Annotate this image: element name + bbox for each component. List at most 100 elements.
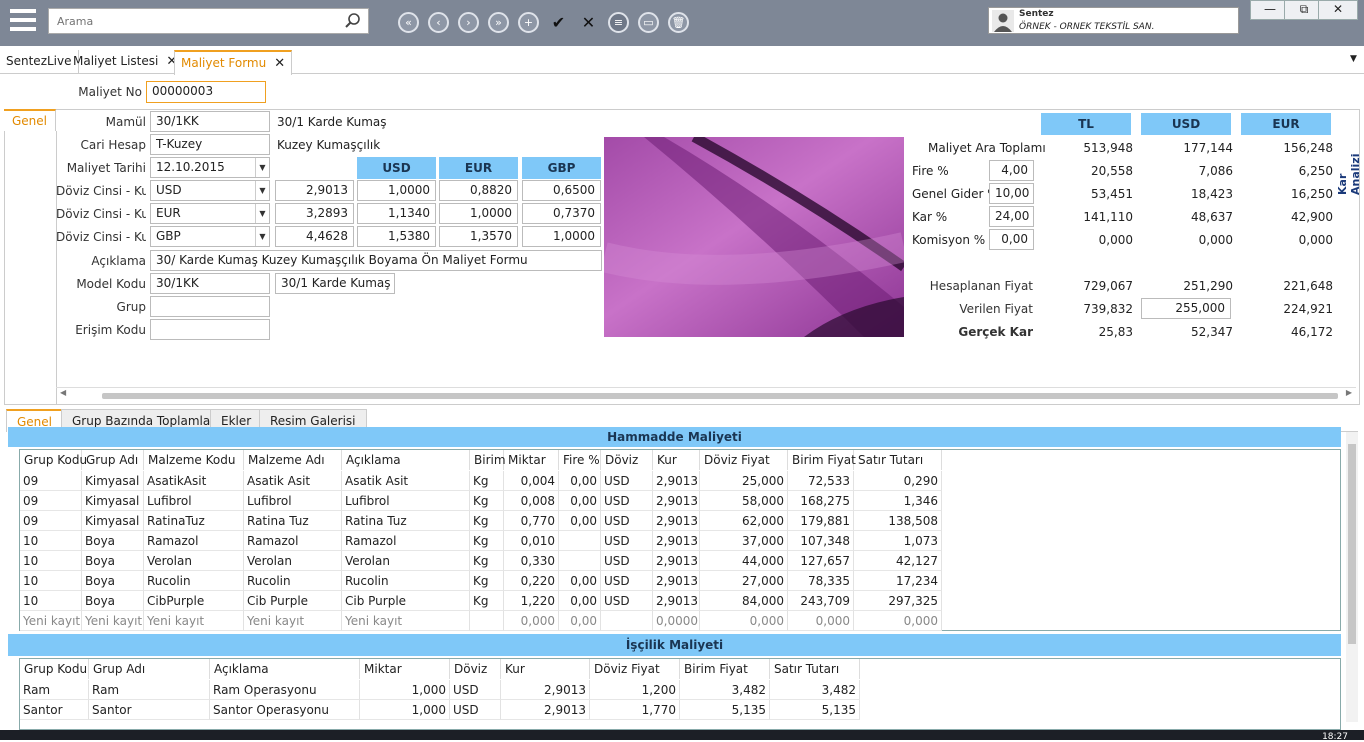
column-header[interactable]: Malzeme Adı: [244, 450, 342, 470]
new-row-cell[interactable]: 0,000: [788, 611, 854, 631]
table-cell[interactable]: Lufibrol: [244, 491, 342, 511]
table-cell[interactable]: 1,346: [854, 491, 942, 511]
maliyet-tarihi-field[interactable]: 12.10.2015 ▼: [150, 157, 270, 178]
last-record-icon[interactable]: »: [488, 12, 509, 33]
table-cell[interactable]: 62,000: [700, 511, 788, 531]
table-cell[interactable]: Ratina Tuz: [244, 511, 342, 531]
table-cell[interactable]: 5,135: [770, 700, 860, 720]
table-cell[interactable]: 0,010: [504, 531, 559, 551]
table-cell[interactable]: 0,008: [504, 491, 559, 511]
table-cell[interactable]: 0,00: [559, 491, 601, 511]
keyboard-icon[interactable]: ▭: [638, 12, 659, 33]
table-cell[interactable]: 1,200: [590, 680, 680, 700]
next-record-icon[interactable]: ›: [458, 12, 479, 33]
model-name-field[interactable]: 30/1 Karde Kumaş: [275, 273, 395, 294]
model-kodu-field[interactable]: 30/1KK: [150, 273, 270, 294]
table-cell[interactable]: 138,508: [854, 511, 942, 531]
table-cell[interactable]: 127,657: [788, 551, 854, 571]
table-cell[interactable]: 0,220: [504, 571, 559, 591]
rate-usd-field[interactable]: 1,1340: [357, 203, 436, 224]
table-cell[interactable]: 0,004: [504, 471, 559, 491]
doviz-currency-field[interactable]: USD ▼: [150, 180, 270, 201]
tab-maliyet-formu[interactable]: Maliyet Formu ✕: [174, 50, 293, 75]
column-header[interactable]: Birim Fiyat: [788, 450, 856, 470]
table-cell[interactable]: Ramazol: [244, 531, 342, 551]
table-cell[interactable]: Ratina Tuz: [342, 511, 470, 531]
table-cell[interactable]: Boya: [82, 571, 144, 591]
side-tab-genel[interactable]: Genel: [4, 109, 56, 131]
table-cell[interactable]: Kg: [470, 471, 504, 491]
table-cell[interactable]: [559, 531, 601, 551]
vertical-scrollbar[interactable]: [1346, 432, 1358, 722]
kur-field[interactable]: 3,2893: [275, 203, 354, 224]
column-header[interactable]: Döviz Fiyat: [700, 450, 788, 470]
table-cell[interactable]: 0,330: [504, 551, 559, 571]
table-cell[interactable]: 107,348: [788, 531, 854, 551]
table-cell[interactable]: Ramazol: [144, 531, 244, 551]
column-header[interactable]: Miktar: [360, 659, 450, 679]
scrollbar-thumb[interactable]: [1348, 444, 1356, 644]
new-row-cell[interactable]: 0,000: [700, 611, 788, 631]
table-cell[interactable]: 37,000: [700, 531, 788, 551]
table-cell[interactable]: 0,00: [559, 511, 601, 531]
rate-eur-field[interactable]: 0,8820: [439, 180, 518, 201]
column-header[interactable]: Birim: [470, 450, 506, 470]
scroll-left-icon[interactable]: ◀: [60, 388, 66, 397]
horizontal-scrollbar[interactable]: ◀ ▶: [56, 387, 1356, 403]
kur-field[interactable]: 4,4628: [275, 226, 354, 247]
rate-gbp-field[interactable]: 0,6500: [522, 180, 601, 201]
grup-field[interactable]: [150, 296, 270, 317]
cancel-icon[interactable]: ✕: [578, 12, 599, 33]
new-row-cell[interactable]: Yeni kayıt: [20, 611, 82, 631]
table-cell[interactable]: 2,9013: [501, 700, 590, 720]
column-header[interactable]: Döviz Fiyat: [590, 659, 680, 679]
table-cell[interactable]: Boya: [82, 591, 144, 611]
dropdown-arrow-icon[interactable]: ▼: [255, 227, 269, 246]
rate-usd-field[interactable]: 1,0000: [357, 180, 436, 201]
table-cell[interactable]: Boya: [82, 551, 144, 571]
genel-gider-field[interactable]: 10,00: [989, 183, 1034, 204]
table-cell[interactable]: Santor Operasyonu: [210, 700, 360, 720]
table-cell[interactable]: Ram: [89, 680, 210, 700]
new-row-cell[interactable]: Yeni kayıt: [144, 611, 244, 631]
column-header[interactable]: Grup Kodu: [20, 659, 89, 679]
table-cell[interactable]: Cib Purple: [342, 591, 470, 611]
table-cell[interactable]: 2,9013: [653, 471, 700, 491]
mamul-code-field[interactable]: 30/1KK: [150, 111, 270, 132]
column-header[interactable]: Açıklama: [210, 659, 360, 679]
table-cell[interactable]: 72,533: [788, 471, 854, 491]
table-cell[interactable]: 2,9013: [653, 571, 700, 591]
new-row-cell[interactable]: 0,000: [504, 611, 559, 631]
table-cell[interactable]: Asatik Asit: [342, 471, 470, 491]
table-cell[interactable]: 0,770: [504, 511, 559, 531]
table-cell[interactable]: 3,482: [770, 680, 860, 700]
search-input[interactable]: [49, 9, 329, 33]
dropdown-arrow-icon[interactable]: ▼: [255, 158, 269, 177]
first-record-icon[interactable]: «: [398, 12, 419, 33]
new-row-cell[interactable]: Yeni kayıt: [82, 611, 144, 631]
table-cell[interactable]: USD: [601, 571, 653, 591]
doviz-currency-field[interactable]: GBP ▼: [150, 226, 270, 247]
column-header[interactable]: Malzeme Kodu: [144, 450, 244, 470]
table-cell[interactable]: Rucolin: [342, 571, 470, 591]
column-header[interactable]: Miktar: [504, 450, 559, 470]
column-header[interactable]: Grup Adı: [82, 450, 144, 470]
table-cell[interactable]: Rucolin: [244, 571, 342, 591]
table-cell[interactable]: 179,881: [788, 511, 854, 531]
cari-hesap-field[interactable]: T-Kuzey: [150, 134, 270, 155]
table-cell[interactable]: USD: [601, 491, 653, 511]
table-cell[interactable]: 58,000: [700, 491, 788, 511]
new-row-cell[interactable]: 0,0000: [653, 611, 700, 631]
column-header[interactable]: Döviz: [450, 659, 501, 679]
table-cell[interactable]: Ram Operasyonu: [210, 680, 360, 700]
table-cell[interactable]: 5,135: [680, 700, 770, 720]
rate-gbp-field[interactable]: 0,7370: [522, 203, 601, 224]
table-cell[interactable]: 44,000: [700, 551, 788, 571]
table-cell[interactable]: Kimyasal: [82, 491, 144, 511]
table-cell[interactable]: 25,000: [700, 471, 788, 491]
column-header[interactable]: Kur: [653, 450, 700, 470]
table-cell[interactable]: 10: [20, 531, 82, 551]
column-header[interactable]: Grup Adı: [89, 659, 210, 679]
table-cell[interactable]: Asatik Asit: [244, 471, 342, 491]
table-cell[interactable]: 10: [20, 571, 82, 591]
